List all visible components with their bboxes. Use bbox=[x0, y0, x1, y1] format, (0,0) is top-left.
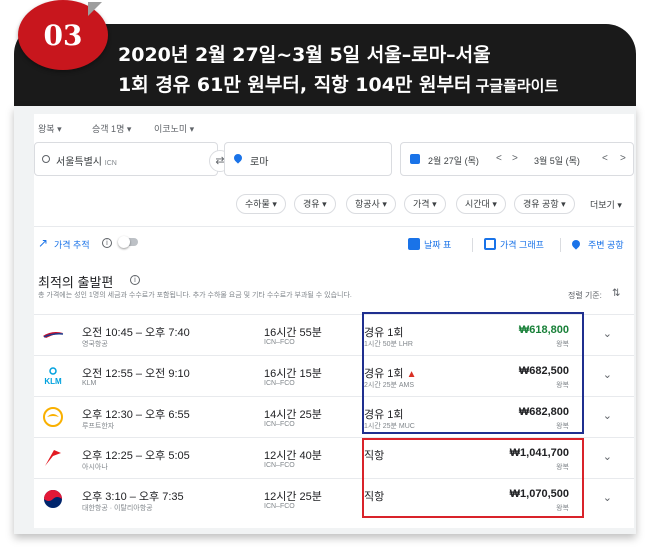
airline-name: 대한항공 · 이탈리아항공 bbox=[82, 505, 153, 512]
filter-connecting-airport-chip[interactable]: 경유 공항 ▾ bbox=[514, 194, 575, 214]
flight-route: ICN–FCO bbox=[264, 421, 295, 428]
return-next-icon[interactable]: > bbox=[620, 153, 626, 164]
filter-airline-chip[interactable]: 항공사 ▾ bbox=[346, 194, 396, 214]
price-note: 총 가격에는 성인 1명의 세금과 수수료가 포함됩니다. 추가 수하물 요금 … bbox=[38, 292, 352, 299]
klm-logo-icon: KLM bbox=[42, 366, 64, 386]
flight-duration: 16시간 15분 bbox=[264, 368, 322, 380]
lufthansa-logo-icon bbox=[42, 407, 64, 427]
airline-name: 루프트한자 bbox=[82, 423, 115, 430]
badge-curl-icon bbox=[88, 2, 102, 16]
flight-duration: 12시간 25분 bbox=[264, 491, 322, 503]
origin-value: 서울특별시 ICN bbox=[56, 157, 117, 168]
nonstop-highlight-box bbox=[362, 438, 584, 518]
cabin-select[interactable]: 이코노미 ▾ bbox=[154, 122, 194, 135]
headline-line2: 1회 경유 61만 원부터, 직항 104만 원부터 구글플라이트 bbox=[118, 70, 558, 97]
flight-times: 오후 12:30 – 오후 6:55 bbox=[82, 409, 190, 421]
section-title: 최적의 출발편 bbox=[38, 275, 114, 290]
badge-number: 03 bbox=[43, 18, 83, 52]
filter-baggage-chip[interactable]: 수하물 ▾ bbox=[236, 194, 286, 214]
headline-line2-text: 1회 경유 61만 원부터, 직항 104만 원부터 bbox=[118, 74, 472, 96]
headline-source: 구글플라이트 bbox=[475, 77, 559, 95]
svg-text:KLM: KLM bbox=[44, 377, 62, 386]
flight-route: ICN–FCO bbox=[264, 503, 295, 510]
filter-stops-chip[interactable]: 경유 ▾ bbox=[294, 194, 336, 214]
chevron-down-icon[interactable]: ⌄ bbox=[603, 327, 612, 340]
passengers-select[interactable]: 승객 1명 ▾ bbox=[92, 122, 131, 135]
airline-name: 영국항공 bbox=[82, 341, 108, 348]
airline-name: KLM bbox=[82, 380, 97, 387]
flight-times: 오전 12:55 – 오전 9:10 bbox=[82, 368, 190, 380]
british-airways-logo-icon bbox=[42, 325, 64, 345]
info-icon[interactable]: i bbox=[102, 238, 112, 248]
destination-value: 로마 bbox=[250, 157, 269, 168]
filter-time-chip[interactable]: 시간대 ▾ bbox=[456, 194, 506, 214]
chevron-down-icon[interactable]: ⌄ bbox=[603, 450, 612, 463]
sort-label[interactable]: 정렬 기준: bbox=[568, 290, 602, 301]
nearby-pin-icon bbox=[570, 238, 582, 250]
flight-route: ICN–FCO bbox=[264, 339, 295, 346]
google-flights-screenshot: 왕복 ▾ 승객 1명 ▾ 이코노미 ▾ 서울특별시 ICN ⇄ 로마 2월 27… bbox=[34, 114, 634, 528]
flight-route: ICN–FCO bbox=[264, 462, 295, 469]
flight-duration: 14시간 25분 bbox=[264, 409, 322, 421]
filter-price-chip[interactable]: 가격 ▾ bbox=[404, 194, 446, 214]
price-graph-icon bbox=[484, 238, 496, 250]
depart-date[interactable]: 2월 27일 (목) bbox=[428, 154, 479, 167]
date-grid-icon bbox=[408, 238, 420, 250]
flight-duration: 12시간 40분 bbox=[264, 450, 322, 462]
more-filters-button[interactable]: 더보기 ▾ bbox=[590, 198, 622, 211]
cabin-label: 이코노미 bbox=[154, 124, 188, 134]
chevron-down-icon[interactable]: ⌄ bbox=[603, 491, 612, 504]
screenshot-panel: 왕복 ▾ 승객 1명 ▾ 이코노미 ▾ 서울특별시 ICN ⇄ 로마 2월 27… bbox=[14, 106, 636, 534]
airline-name: 아시아나 bbox=[82, 464, 108, 471]
trip-type-select[interactable]: 왕복 ▾ bbox=[38, 122, 62, 135]
passengers-label: 승객 1명 bbox=[92, 124, 125, 134]
chevron-down-icon[interactable]: ⌄ bbox=[603, 409, 612, 422]
calendar-icon bbox=[410, 154, 420, 164]
depart-next-icon[interactable]: > bbox=[512, 153, 518, 164]
toolbar-divider bbox=[34, 226, 634, 227]
flight-times: 오후 3:10 – 오후 7:35 bbox=[82, 491, 184, 503]
flight-times: 오전 10:45 – 오후 7:40 bbox=[82, 327, 190, 339]
depart-prev-icon[interactable]: < bbox=[496, 153, 502, 164]
return-date[interactable]: 3월 5일 (목) bbox=[534, 154, 580, 167]
trip-type-label: 왕복 bbox=[38, 124, 55, 134]
sort-icon[interactable]: ⇅ bbox=[612, 288, 620, 299]
korean-air-logo-icon bbox=[42, 489, 64, 509]
tool-separator bbox=[560, 238, 561, 252]
layover-highlight-box bbox=[362, 312, 584, 434]
return-prev-icon[interactable]: < bbox=[602, 153, 608, 164]
nearby-airports-button[interactable]: 주변 공항 bbox=[588, 238, 624, 251]
price-graph-button[interactable]: 가격 그래프 bbox=[500, 238, 544, 251]
section-info-icon[interactable]: i bbox=[130, 275, 140, 285]
flight-route: ICN–FCO bbox=[264, 380, 295, 387]
toggle-knob bbox=[118, 236, 130, 248]
flight-duration: 16시간 55분 bbox=[264, 327, 322, 339]
origin-circle-icon bbox=[42, 155, 50, 163]
asiana-logo-icon bbox=[42, 448, 64, 468]
price-tracking-label: 가격 추적 bbox=[54, 240, 90, 250]
date-grid-button[interactable]: 날짜 표 bbox=[424, 238, 451, 251]
trend-icon: ↗ bbox=[38, 236, 49, 250]
origin-code: ICN bbox=[104, 160, 117, 167]
chevron-down-icon[interactable]: ⌄ bbox=[603, 368, 612, 381]
headline-line1: 2020년 2월 27일~3월 5일 서울–로마–서울 bbox=[118, 44, 491, 66]
flight-times: 오후 12:25 – 오후 5:05 bbox=[82, 450, 190, 462]
tool-separator bbox=[472, 238, 473, 252]
